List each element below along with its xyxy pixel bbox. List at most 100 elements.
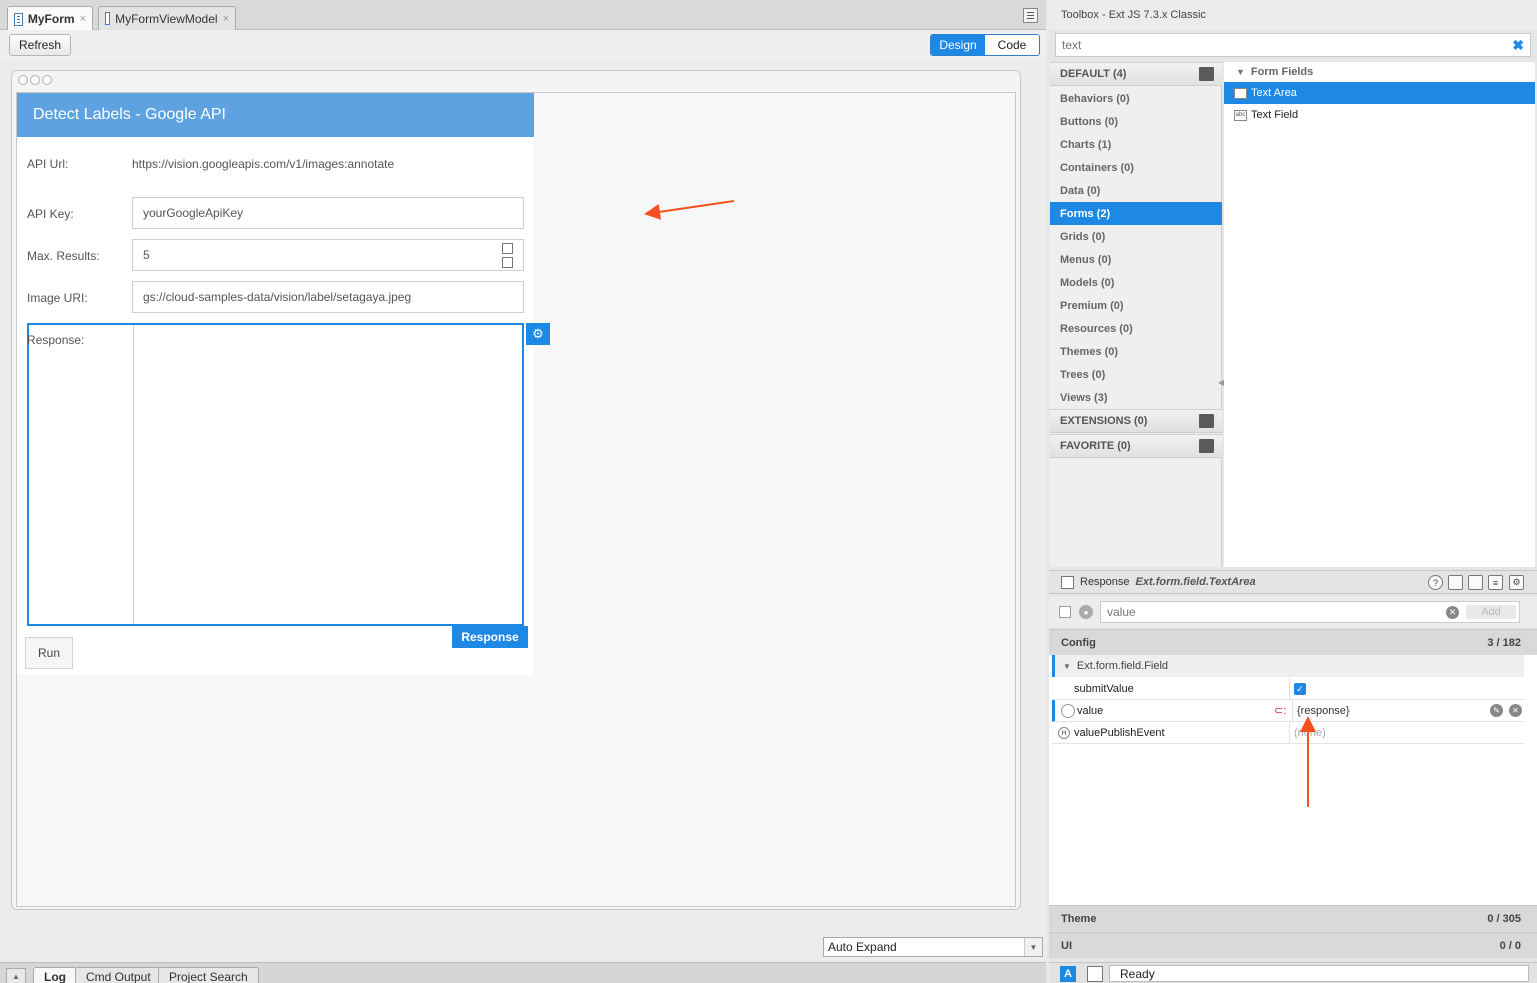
tab-list-menu-icon[interactable] bbox=[1023, 8, 1038, 23]
log-panel-bar: ▲ Log Cmd Output Project Search bbox=[0, 962, 1046, 983]
category-item[interactable]: Models (0) bbox=[1050, 271, 1222, 294]
config-property-grid: ▼ Ext.form.field.Field submitValue ✓ val… bbox=[1049, 655, 1537, 905]
property-value[interactable]: (none) bbox=[1289, 722, 1524, 744]
component-label: Text Area bbox=[1251, 87, 1297, 99]
toolbox-categories: DEFAULT (4) Behaviors (0) Buttons (0) Ch… bbox=[1050, 62, 1224, 567]
category-item[interactable]: Premium (0) bbox=[1050, 294, 1222, 317]
close-icon[interactable]: × bbox=[223, 13, 229, 25]
category-item[interactable]: Behaviors (0) bbox=[1050, 87, 1222, 110]
max-results-field[interactable]: 5 bbox=[132, 239, 524, 271]
code-button[interactable]: Code bbox=[985, 35, 1039, 55]
component-item-text-field[interactable]: abc Text Field bbox=[1224, 104, 1535, 126]
help-icon[interactable]: ? bbox=[1428, 575, 1443, 590]
component-group-header[interactable]: ▼ Form Fields bbox=[1224, 62, 1535, 82]
section-count: 0 / 0 bbox=[1499, 939, 1521, 952]
category-item[interactable]: Resources (0) bbox=[1050, 317, 1222, 340]
label-divider bbox=[133, 325, 134, 624]
lock-icon[interactable]: ● bbox=[1079, 605, 1093, 619]
property-value[interactable]: ✓ bbox=[1289, 678, 1524, 700]
add-button[interactable]: Add bbox=[1466, 605, 1516, 619]
toolbox-search-value: text bbox=[1062, 38, 1082, 52]
refresh-button[interactable]: Refresh bbox=[9, 34, 71, 56]
section-count: 3 / 182 bbox=[1487, 636, 1521, 649]
chevron-down-icon[interactable]: ▼ bbox=[1024, 938, 1042, 956]
category-item[interactable]: Data (0) bbox=[1050, 179, 1222, 202]
config-filter-value: value bbox=[1107, 605, 1136, 619]
category-item[interactable]: Views (3) bbox=[1050, 386, 1222, 409]
edit-folder-icon[interactable] bbox=[1199, 67, 1214, 81]
category-item[interactable]: Themes (0) bbox=[1050, 340, 1222, 363]
status-text: Ready bbox=[1109, 965, 1529, 982]
spin-down-icon[interactable] bbox=[502, 257, 513, 268]
property-row-valuepublishevent[interactable]: H valuePublishEvent (none) bbox=[1052, 722, 1524, 744]
theme-section-header[interactable]: Theme 0 / 305 bbox=[1049, 905, 1537, 931]
tab-log[interactable]: Log bbox=[33, 967, 77, 983]
component-item-text-area[interactable]: Text Area bbox=[1224, 82, 1535, 104]
property-value[interactable]: {response} ✎ ✕ bbox=[1292, 700, 1527, 722]
export-icon[interactable] bbox=[1468, 575, 1483, 590]
run-button[interactable]: Run bbox=[25, 637, 73, 669]
property-group-header[interactable]: ▼ Ext.form.field.Field bbox=[1052, 655, 1524, 677]
radio-icon[interactable] bbox=[1061, 704, 1075, 718]
close-icon[interactable]: × bbox=[80, 13, 86, 25]
category-header-label: EXTENSIONS (0) bbox=[1060, 415, 1148, 427]
spin-up-icon[interactable] bbox=[502, 243, 513, 254]
category-item[interactable]: Grids (0) bbox=[1050, 225, 1222, 248]
max-results-value: 5 bbox=[143, 248, 150, 262]
tab-myform[interactable]: MyForm × bbox=[7, 6, 93, 31]
canvas-footer: Auto Expand ▼ bbox=[0, 935, 1046, 961]
clear-icon[interactable]: ✖ bbox=[1512, 37, 1524, 54]
filter-checkbox[interactable] bbox=[1059, 606, 1071, 618]
config-filter-input[interactable]: value ✕ Add bbox=[1100, 601, 1520, 623]
property-name: submitValue bbox=[1074, 683, 1134, 695]
category-item-forms[interactable]: Forms (2) bbox=[1050, 202, 1222, 225]
api-key-label: API Key: bbox=[27, 207, 74, 221]
property-row-value[interactable]: value ⊂: {response} ✎ ✕ bbox=[1052, 700, 1524, 722]
category-item[interactable]: Buttons (0) bbox=[1050, 110, 1222, 133]
category-extensions-header[interactable]: EXTENSIONS (0) bbox=[1050, 409, 1222, 433]
ui-section-header[interactable]: UI 0 / 0 bbox=[1049, 932, 1537, 958]
form-panel[interactable]: Detect Labels - Google API API Url: http… bbox=[17, 93, 550, 675]
add-folder-icon[interactable] bbox=[1199, 439, 1214, 453]
tab-project-search[interactable]: Project Search bbox=[158, 967, 259, 983]
duplicate-icon[interactable] bbox=[1448, 575, 1463, 590]
textarea-icon bbox=[1234, 87, 1247, 99]
tab-cmd-output[interactable]: Cmd Output bbox=[75, 967, 162, 983]
edit-folder-icon[interactable] bbox=[1199, 414, 1214, 428]
property-row-submitvalue[interactable]: submitValue ✓ bbox=[1052, 678, 1524, 700]
auto-icon[interactable]: A bbox=[1060, 966, 1076, 982]
view-mode-toggle: Design Code bbox=[930, 34, 1040, 56]
inspector-component-name: Response bbox=[1080, 576, 1130, 588]
category-item[interactable]: Containers (0) bbox=[1050, 156, 1222, 179]
window-dot bbox=[18, 75, 28, 85]
checkbox-checked-icon[interactable]: ✓ bbox=[1294, 683, 1306, 695]
gear-icon[interactable]: ⚙ bbox=[526, 323, 550, 345]
list-icon[interactable]: ≡ bbox=[1488, 575, 1503, 590]
selection-badge: Response bbox=[452, 626, 528, 648]
clear-icon[interactable]: ✕ bbox=[1446, 606, 1459, 619]
edit-icon[interactable]: ✎ bbox=[1490, 704, 1503, 717]
category-item[interactable]: Charts (1) bbox=[1050, 133, 1222, 156]
status-bar: A Ready bbox=[1049, 962, 1537, 983]
image-uri-field[interactable]: gs://cloud-samples-data/vision/label/set… bbox=[132, 281, 524, 313]
image-uri-label: Image URI: bbox=[27, 291, 88, 305]
chevron-up-icon[interactable]: ▲ bbox=[6, 968, 26, 983]
tab-label: MyForm bbox=[27, 12, 75, 26]
category-favorite-header[interactable]: FAVORITE (0) bbox=[1050, 434, 1222, 458]
export-icon[interactable] bbox=[1087, 966, 1103, 982]
category-default-header[interactable]: DEFAULT (4) bbox=[1050, 62, 1222, 86]
design-button[interactable]: Design bbox=[931, 35, 985, 55]
toolbox-search-input[interactable]: text ✖ bbox=[1055, 33, 1531, 57]
config-section-header[interactable]: Config 3 / 182 bbox=[1049, 629, 1537, 655]
category-item[interactable]: Menus (0) bbox=[1050, 248, 1222, 271]
tab-myformviewmodel[interactable]: MyFormViewModel × bbox=[98, 6, 236, 30]
response-textarea[interactable]: Response: ⚙ Response bbox=[27, 323, 550, 648]
clear-icon[interactable]: ✕ bbox=[1509, 704, 1522, 717]
panel-header: Detect Labels - Google API bbox=[17, 93, 534, 137]
api-key-field[interactable]: yourGoogleApiKey bbox=[132, 197, 524, 229]
gear-icon[interactable]: ⚙ bbox=[1509, 575, 1524, 590]
category-item[interactable]: Trees (0) bbox=[1050, 363, 1222, 386]
editor-pane: MyForm × MyFormViewModel × Refresh Desig… bbox=[0, 0, 1046, 983]
auto-expand-select[interactable]: Auto Expand ▼ bbox=[823, 937, 1043, 957]
component-group-label: Form Fields bbox=[1250, 66, 1314, 78]
